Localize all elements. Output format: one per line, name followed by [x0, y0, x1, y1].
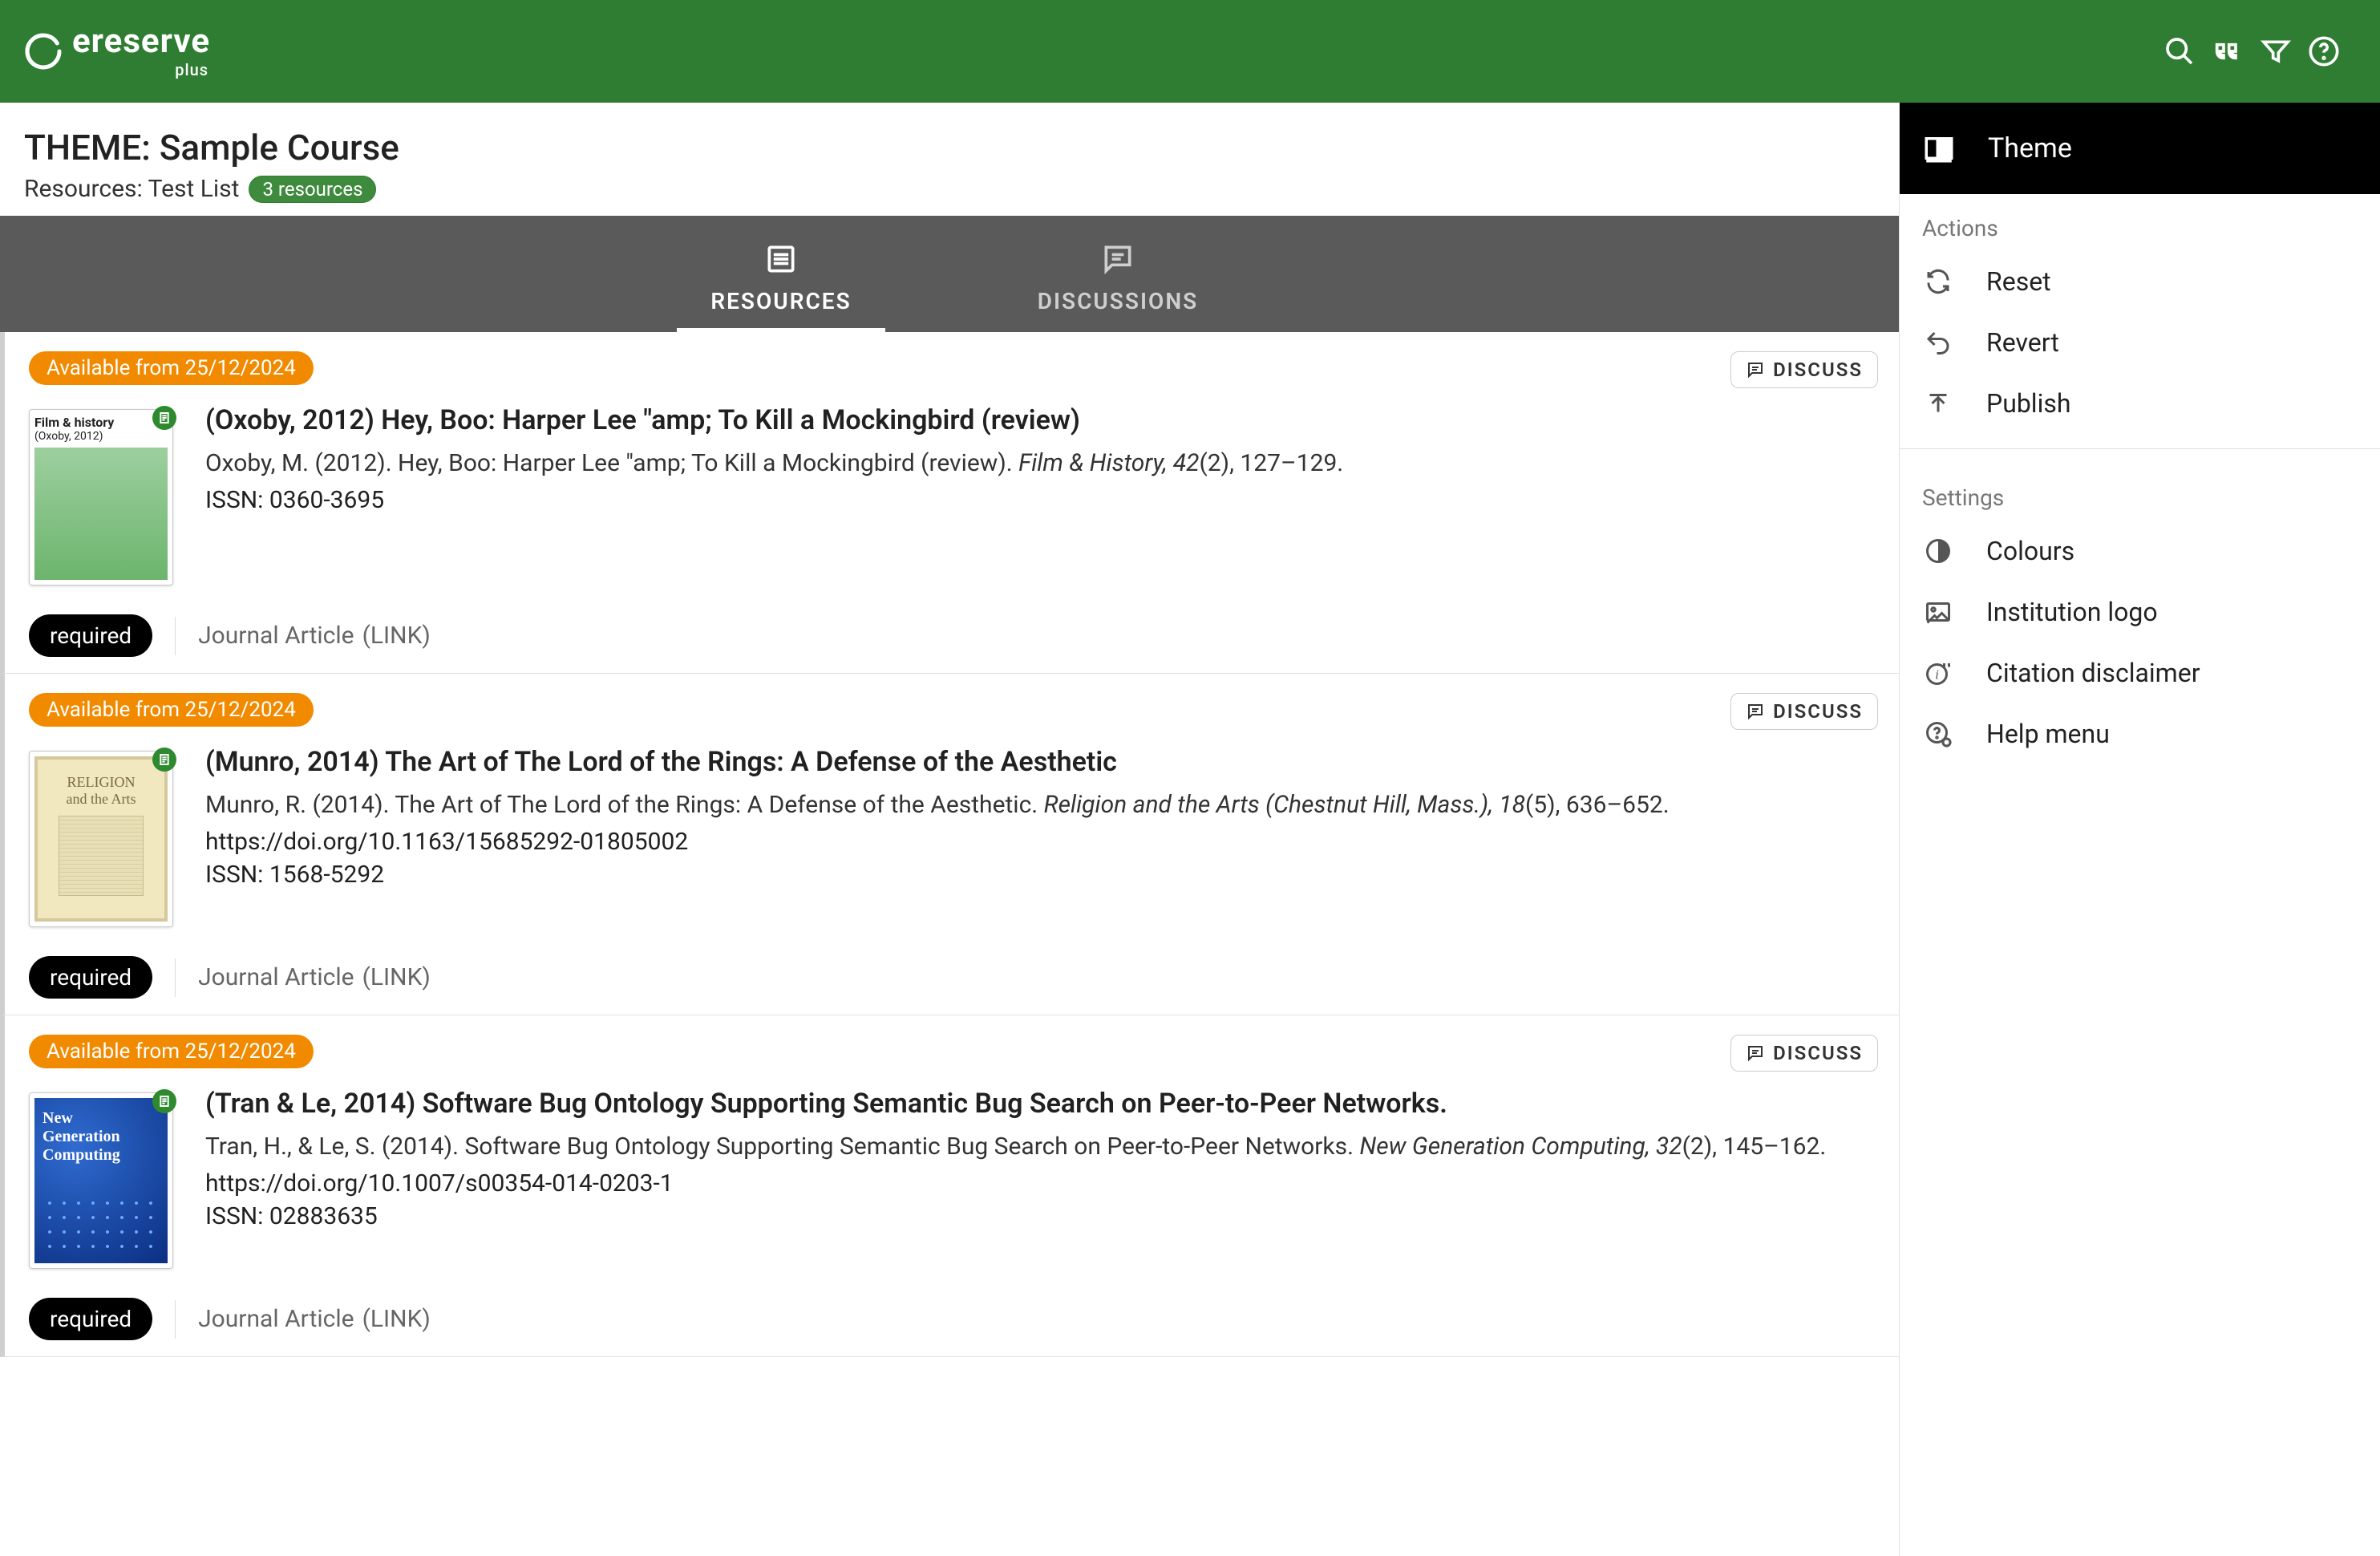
chat-icon [1746, 360, 1765, 379]
resource-issn: ISSN: 0360-3695 [205, 486, 1875, 514]
discuss-label: DISCUSS [1773, 359, 1863, 381]
resource-link-indicator: (LINK) [362, 963, 431, 991]
resource-citation: Munro, R. (2014). The Art of The Lord of… [205, 788, 1875, 823]
sidebar-item-citation-disclaimer[interactable]: i Citation disclaimer [1900, 642, 2380, 703]
tab-discussions-label: DISCUSSIONS [1014, 288, 1222, 314]
sidebar-item-label: Help menu [1986, 719, 2110, 749]
resource-card: Available from 25/12/2024 DISCUSS NewGener… [0, 1015, 1899, 1357]
publish-icon [1922, 387, 1954, 419]
page-header: THEME: Sample Course Resources: Test Lis… [0, 103, 1899, 216]
sidebar-item-publish[interactable]: Publish [1900, 373, 2380, 434]
availability-badge: Available from 25/12/2024 [29, 1035, 314, 1068]
availability-badge: Available from 25/12/2024 [29, 693, 314, 727]
sidebar-header: Theme [1900, 103, 2380, 194]
sidebar-item-label: Institution logo [1986, 597, 2158, 627]
resource-kind: Journal Article(LINK) [198, 622, 431, 650]
tab-bar: RESOURCES DISCUSSIONS [0, 216, 1899, 332]
resource-doi[interactable]: https://doi.org/10.1007/s00354-014-0203-… [205, 1169, 1875, 1197]
list-icon [763, 241, 799, 277]
required-pill: required [29, 614, 152, 657]
resource-title[interactable]: (Oxoby, 2012) Hey, Boo: Harper Lee "amp;… [205, 404, 1875, 436]
chat-icon [1100, 241, 1135, 277]
help-icon[interactable] [2300, 27, 2348, 75]
brand-name: ereserve [72, 25, 210, 59]
sidebar-section-heading: Settings [1900, 464, 2380, 521]
resource-link-indicator: (LINK) [362, 1305, 431, 1333]
undo-icon [1922, 326, 1954, 359]
page-title: THEME: Sample Course [24, 127, 1875, 168]
tab-resources-label: RESOURCES [677, 288, 885, 314]
availability-badge: Available from 25/12/2024 [29, 351, 314, 385]
main-column: THEME: Sample Course Resources: Test Lis… [0, 103, 1899, 1556]
discuss-button[interactable]: DISCUSS [1730, 1035, 1878, 1072]
chat-icon [1746, 1043, 1765, 1063]
top-bar: ereserve plus [0, 0, 2380, 103]
chat-icon [1746, 702, 1765, 721]
document-type-icon [152, 1089, 176, 1113]
resource-card: Available from 25/12/2024 DISCUSS RELIGION… [0, 674, 1899, 1015]
resource-issn: ISSN: 1568-5292 [205, 861, 1875, 889]
refresh-icon [1922, 265, 1954, 298]
resource-issn: ISSN: 02883635 [205, 1202, 1875, 1230]
sidebar-item-revert[interactable]: Revert [1900, 312, 2380, 373]
sidebar-item-label: Revert [1986, 327, 2059, 358]
discuss-button[interactable]: DISCUSS [1730, 693, 1878, 730]
sidebar-item-label: Publish [1986, 388, 2071, 419]
resource-doi[interactable]: https://doi.org/10.1163/15685292-0180500… [205, 828, 1875, 856]
resource-citation: Tran, H., & Le, S. (2014). Software Bug … [205, 1129, 1875, 1165]
resource-kind: Journal Article(LINK) [198, 963, 431, 991]
required-pill: required [29, 956, 152, 999]
resource-card: Available from 25/12/2024 DISCUSS Film & h… [0, 332, 1899, 674]
sidebar-section-heading: Actions [1900, 194, 2380, 251]
brand-logo[interactable]: ereserve plus [24, 25, 210, 78]
resource-thumbnail[interactable]: NewGenerationComputing [29, 1092, 173, 1269]
help-gear-icon [1922, 718, 1954, 750]
discuss-button[interactable]: DISCUSS [1730, 351, 1878, 388]
quote-info-icon: i [1922, 657, 1954, 689]
resource-citation: Oxoby, M. (2012). Hey, Boo: Harper Lee "… [205, 446, 1875, 481]
sidebar-title: Theme [1988, 132, 2072, 164]
document-type-icon [152, 748, 176, 772]
discuss-label: DISCUSS [1773, 1042, 1863, 1064]
sidebar-item-label: Reset [1986, 266, 2051, 297]
list-label: Resources: Test List [24, 175, 239, 203]
required-pill: required [29, 1298, 152, 1340]
sidebar-item-label: Colours [1986, 536, 2074, 566]
contrast-icon [1922, 535, 1954, 567]
resource-title[interactable]: (Tran & Le, 2014) Software Bug Ontology … [205, 1088, 1875, 1120]
sidebar: Theme Actions Reset Revert Publish Settings C… [1899, 103, 2380, 1556]
search-icon[interactable] [2155, 27, 2204, 75]
sidebar-item-reset[interactable]: Reset [1900, 251, 2380, 312]
resource-link-indicator: (LINK) [362, 622, 431, 650]
sidebar-item-colours[interactable]: Colours [1900, 521, 2380, 581]
resource-kind: Journal Article(LINK) [198, 1305, 431, 1333]
resource-list: Available from 25/12/2024 DISCUSS Film & h… [0, 332, 1899, 1357]
resource-thumbnail[interactable]: Film & history(Oxoby, 2012) [29, 409, 173, 586]
resource-title[interactable]: (Munro, 2014) The Art of The Lord of the… [205, 746, 1875, 778]
filter-icon[interactable] [2252, 27, 2300, 75]
tab-discussions[interactable]: DISCUSSIONS [1014, 241, 1222, 332]
tab-resources[interactable]: RESOURCES [677, 241, 885, 332]
resource-count-chip: 3 resources [249, 176, 376, 203]
resource-thumbnail[interactable]: RELIGIONand the Arts [29, 751, 173, 927]
sidebar-item-label: Citation disclaimer [1986, 658, 2200, 688]
sidebar-item-institution-logo[interactable]: Institution logo [1900, 581, 2380, 642]
image-icon [1922, 596, 1954, 628]
document-type-icon [152, 406, 176, 430]
sidebar-item-help-menu[interactable]: Help menu [1900, 703, 2380, 764]
swirl-icon [24, 32, 63, 71]
theme-icon [1922, 132, 1956, 165]
discuss-label: DISCUSS [1773, 700, 1863, 723]
svg-text:i: i [1935, 667, 1939, 683]
quote-icon[interactable] [2204, 27, 2252, 75]
brand-suffix: plus [175, 62, 208, 78]
